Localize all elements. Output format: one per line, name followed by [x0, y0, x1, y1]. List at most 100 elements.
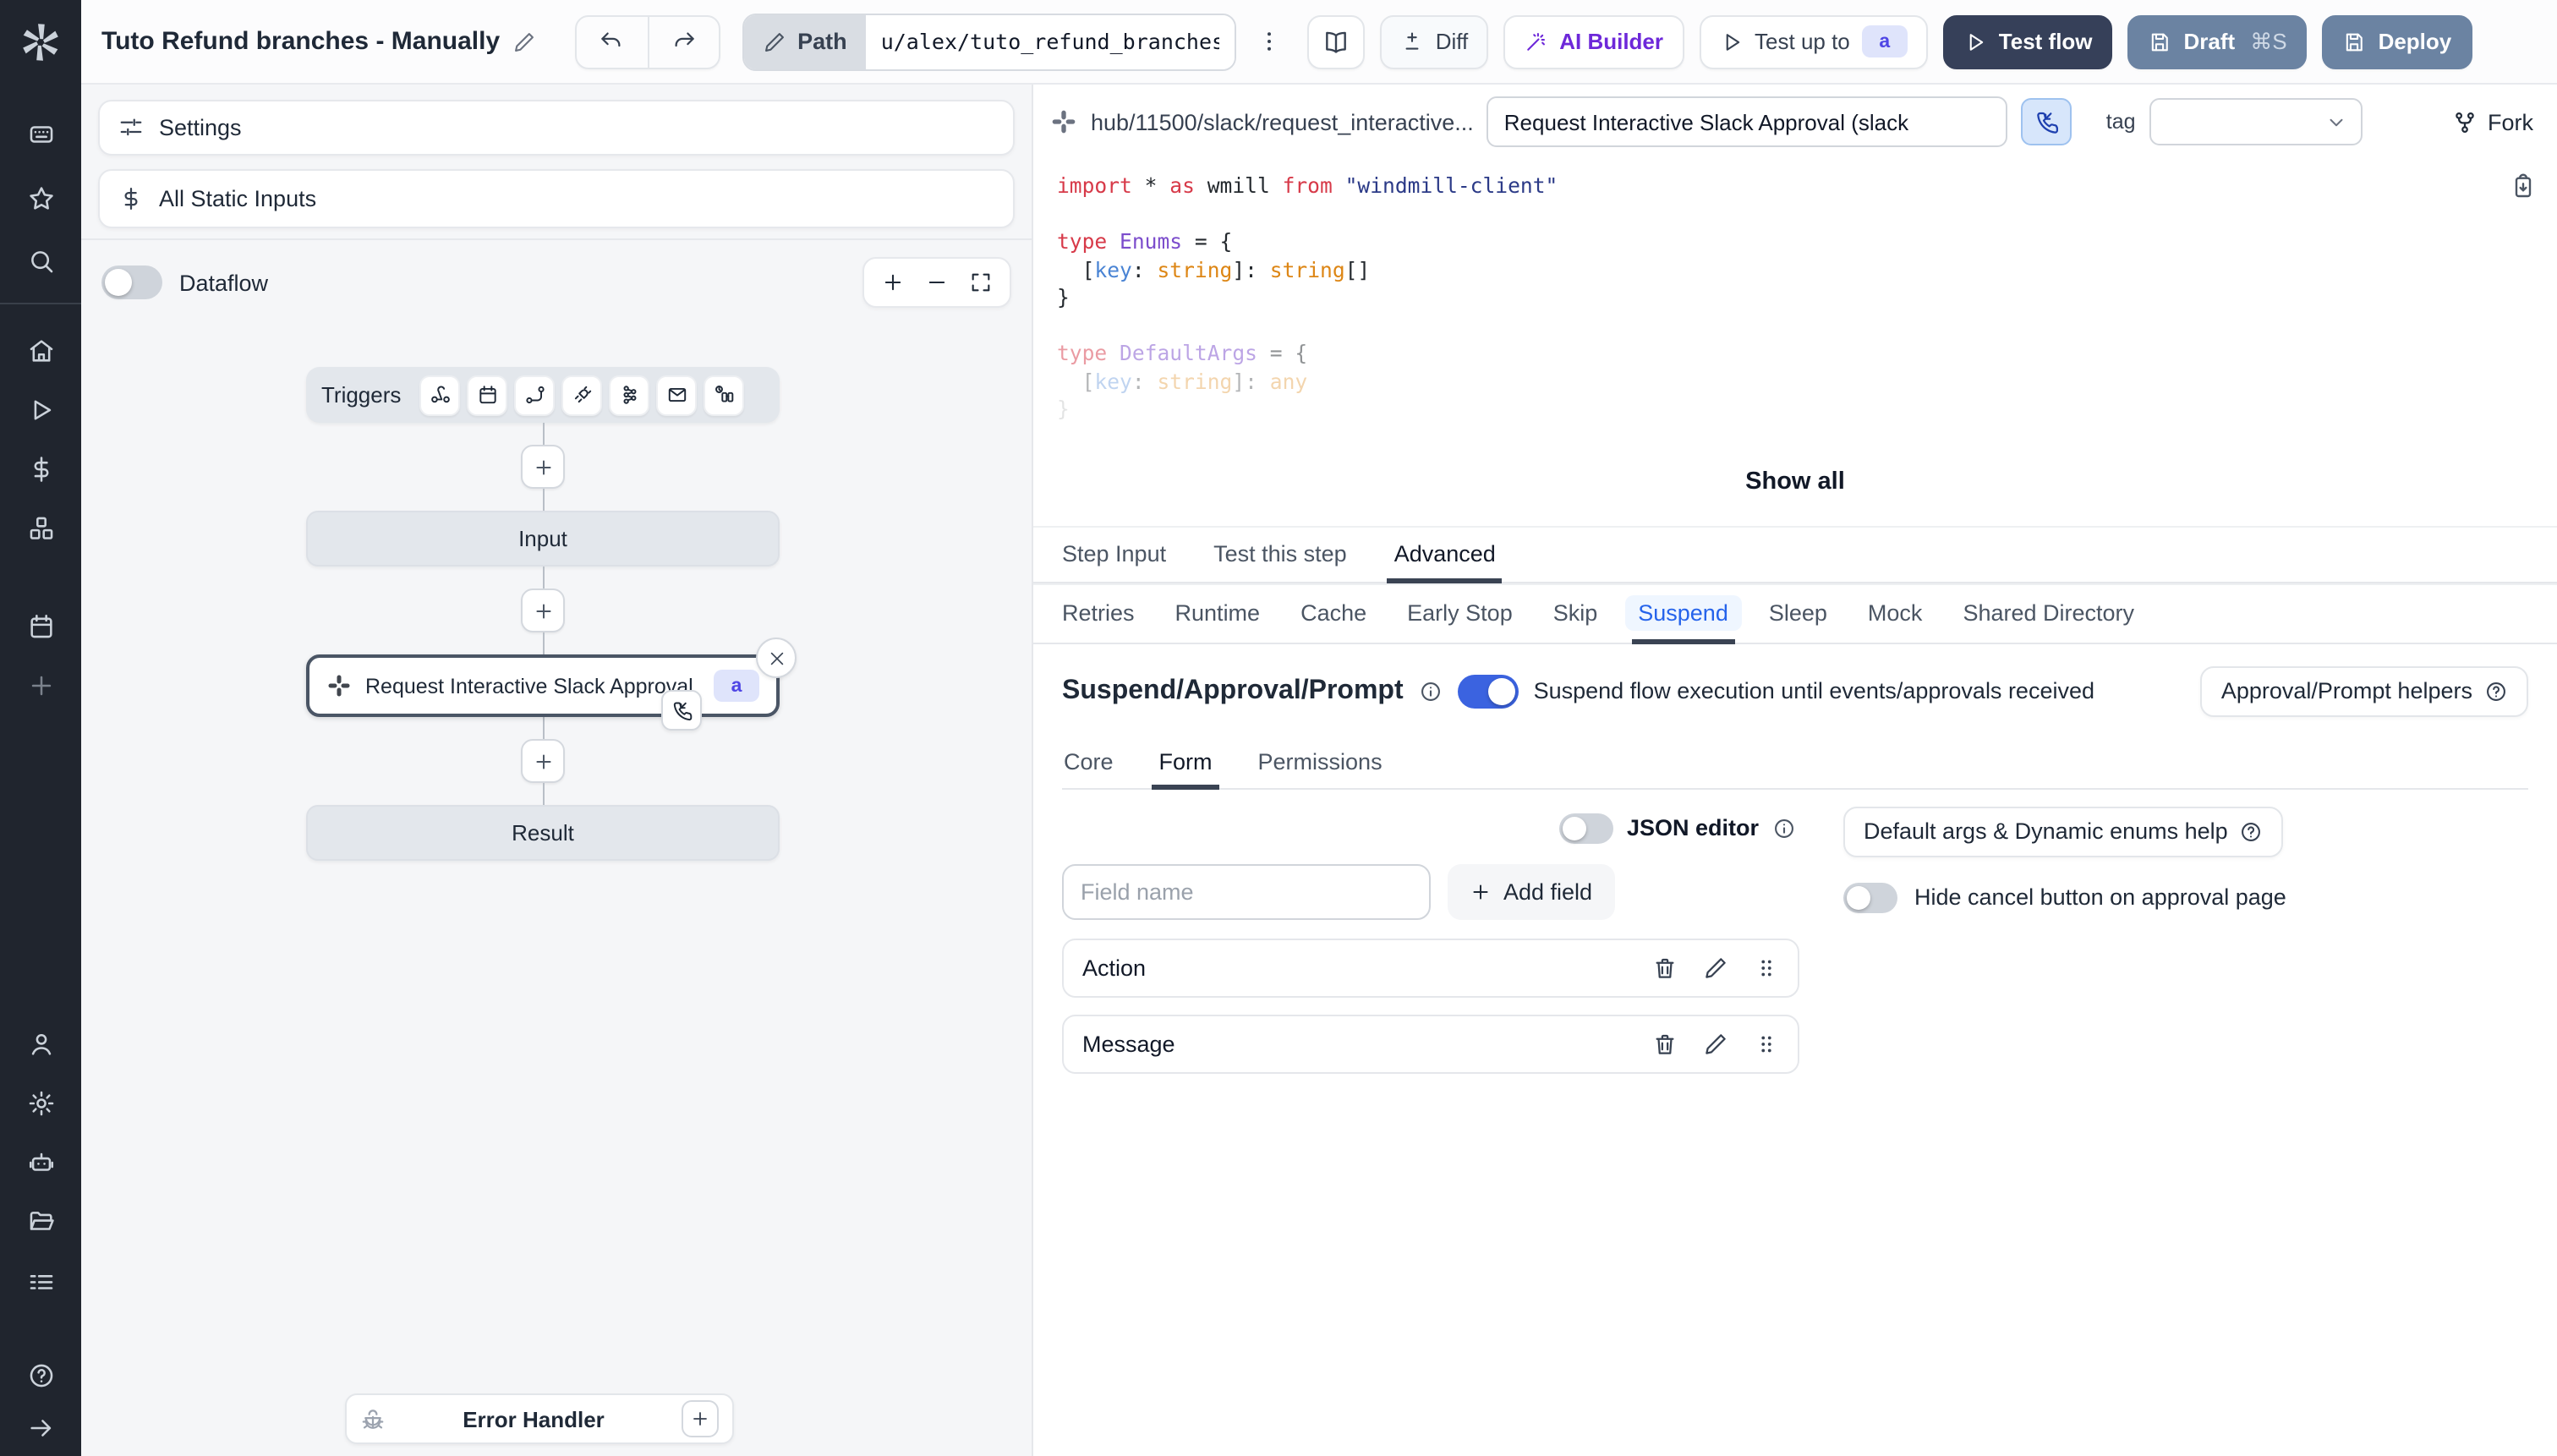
subtab-retries[interactable]: Retries	[1062, 584, 1135, 642]
add-field-button[interactable]: Add field	[1448, 863, 1615, 919]
trash-icon[interactable]	[1652, 955, 1678, 980]
code-editor[interactable]: import * as wmill from "windmill-client"…	[1033, 159, 2557, 424]
json-editor-toggle[interactable]	[1558, 813, 1613, 843]
tab-test-this-step[interactable]: Test this step	[1213, 527, 1347, 581]
sidebar-item-workers[interactable]	[20, 1143, 61, 1180]
result-node[interactable]: Result	[306, 805, 780, 861]
zoom-out-icon[interactable]	[925, 271, 949, 294]
insert-step-button[interactable]	[521, 739, 565, 783]
subtab-suspend[interactable]: Suspend	[1624, 584, 1742, 643]
diff-button[interactable]: Diff	[1379, 14, 1489, 68]
sidebar-item-favorites[interactable]	[20, 179, 61, 216]
webhook-trigger-button[interactable]	[419, 375, 461, 415]
step-name-input[interactable]	[1487, 96, 2008, 147]
sidebar-item-search[interactable]	[20, 242, 61, 279]
http-route-trigger-button[interactable]	[514, 375, 556, 415]
websocket-trigger-button[interactable]	[561, 375, 603, 415]
sidebar-item-schedules[interactable]	[20, 607, 61, 644]
subtab-shared-directory[interactable]: Shared Directory	[1963, 584, 2134, 642]
connector	[521, 423, 565, 511]
form-fields-column: JSON editor Add field Action	[1062, 806, 1799, 1090]
kafka-trigger-button[interactable]	[609, 375, 650, 415]
sidebar-item-help[interactable]	[20, 1356, 61, 1393]
windmill-flow-editor: Tuto Refund branches - Manually Path Dif…	[0, 0, 2557, 1456]
default-args-help-button[interactable]: Default args & Dynamic enums help	[1843, 806, 2284, 857]
tag-select[interactable]	[2149, 98, 2363, 145]
sidebar-item-runs[interactable]	[20, 391, 61, 428]
form-field-row-action[interactable]: Action	[1062, 938, 1799, 997]
static-inputs-card[interactable]: All Static Inputs	[98, 169, 1015, 228]
input-node[interactable]: Input	[306, 511, 780, 567]
sidebar-expand[interactable]	[20, 1409, 61, 1446]
tab-core[interactable]: Core	[1064, 736, 1114, 787]
subtab-sleep[interactable]: Sleep	[1769, 584, 1827, 642]
plus-icon	[26, 671, 55, 699]
add-error-handler-button[interactable]	[682, 1400, 719, 1437]
poll-trigger-button[interactable]	[704, 375, 745, 415]
save-icon	[2149, 30, 2172, 53]
show-all-button[interactable]: Show all	[1033, 468, 2557, 495]
trash-icon[interactable]	[1652, 1031, 1678, 1056]
edit-pencil-icon[interactable]	[1703, 955, 1728, 980]
suspend-enabled-toggle[interactable]	[1457, 674, 1519, 708]
sidebar-item-logs[interactable]	[20, 1262, 61, 1299]
plug-icon	[571, 384, 593, 406]
triggers-node[interactable]: Triggers	[306, 367, 780, 423]
dataflow-toggle[interactable]	[101, 265, 162, 299]
fork-button[interactable]: Fork	[2452, 109, 2540, 134]
sidebar-item-users[interactable]	[20, 1025, 61, 1062]
zoom-in-icon[interactable]	[881, 271, 905, 294]
copy-clipboard-icon[interactable]	[2510, 172, 2537, 200]
subtab-early-stop[interactable]: Early Stop	[1407, 584, 1513, 642]
tab-step-input[interactable]: Step Input	[1062, 527, 1166, 581]
more-menu-button[interactable]	[1251, 16, 1289, 67]
draft-button[interactable]: Draft ⌘S	[2127, 14, 2308, 68]
drag-handle-icon[interactable]	[1754, 1031, 1779, 1056]
sidebar-item-remote[interactable]	[20, 115, 61, 152]
ai-builder-button[interactable]: AI Builder	[1503, 14, 1684, 68]
tab-permissions[interactable]: Permissions	[1258, 736, 1383, 787]
docs-button[interactable]	[1306, 14, 1365, 68]
undo-button[interactable]	[576, 16, 647, 67]
sidebar-item-variables[interactable]	[20, 450, 61, 487]
edit-pencil-icon[interactable]	[1703, 1031, 1728, 1056]
deploy-button[interactable]: Deploy	[2322, 14, 2472, 68]
error-handler-node[interactable]: Error Handler	[345, 1393, 734, 1444]
insert-step-button[interactable]	[521, 445, 565, 489]
calendar-icon	[476, 384, 498, 406]
delete-node-button[interactable]	[756, 638, 797, 678]
sidebar-item-home[interactable]	[20, 331, 61, 369]
hub-script-path[interactable]: hub/11500/slack/request_interactive...	[1091, 109, 1474, 134]
slack-approval-node[interactable]: Request Interactive Slack Approval (... …	[306, 638, 797, 731]
subtab-mock[interactable]: Mock	[1868, 584, 1923, 642]
subtab-runtime[interactable]: Runtime	[1175, 584, 1261, 642]
windmill-logo[interactable]	[19, 0, 63, 85]
path-label[interactable]: Path	[743, 14, 866, 68]
close-icon	[767, 649, 786, 667]
form-field-row-message[interactable]: Message	[1062, 1014, 1799, 1073]
sidebar-item-settings[interactable]	[20, 1084, 61, 1121]
sidebar-divider	[0, 303, 81, 304]
test-up-to-button[interactable]: Test up to a	[1699, 14, 1928, 68]
redo-button[interactable]	[647, 16, 718, 67]
email-trigger-button[interactable]	[656, 375, 698, 415]
flow-settings-card[interactable]: Settings	[98, 100, 1015, 156]
insert-step-button[interactable]	[521, 588, 565, 632]
drag-handle-icon[interactable]	[1754, 955, 1779, 980]
sidebar-item-resources[interactable]	[20, 509, 61, 546]
fit-view-icon[interactable]	[969, 271, 993, 294]
tab-advanced[interactable]: Advanced	[1387, 527, 1503, 583]
hide-cancel-toggle[interactable]	[1843, 882, 1897, 912]
sidebar-item-folders[interactable]	[20, 1202, 61, 1240]
sidebar-item-add[interactable]	[20, 666, 61, 703]
subtab-skip[interactable]: Skip	[1553, 584, 1598, 642]
edit-pencil-icon[interactable]	[512, 30, 535, 53]
test-flow-button[interactable]: Test flow	[1942, 14, 2113, 68]
subtab-cache[interactable]: Cache	[1300, 584, 1366, 642]
schedule-trigger-button[interactable]	[467, 375, 508, 415]
approval-prompt-helpers-button[interactable]: Approval/Prompt helpers	[2200, 665, 2528, 716]
path-input[interactable]	[865, 14, 1235, 68]
field-name-input[interactable]	[1062, 863, 1431, 919]
suspend-shortcut-button[interactable]	[2021, 98, 2072, 145]
tab-form[interactable]: Form	[1152, 736, 1218, 789]
